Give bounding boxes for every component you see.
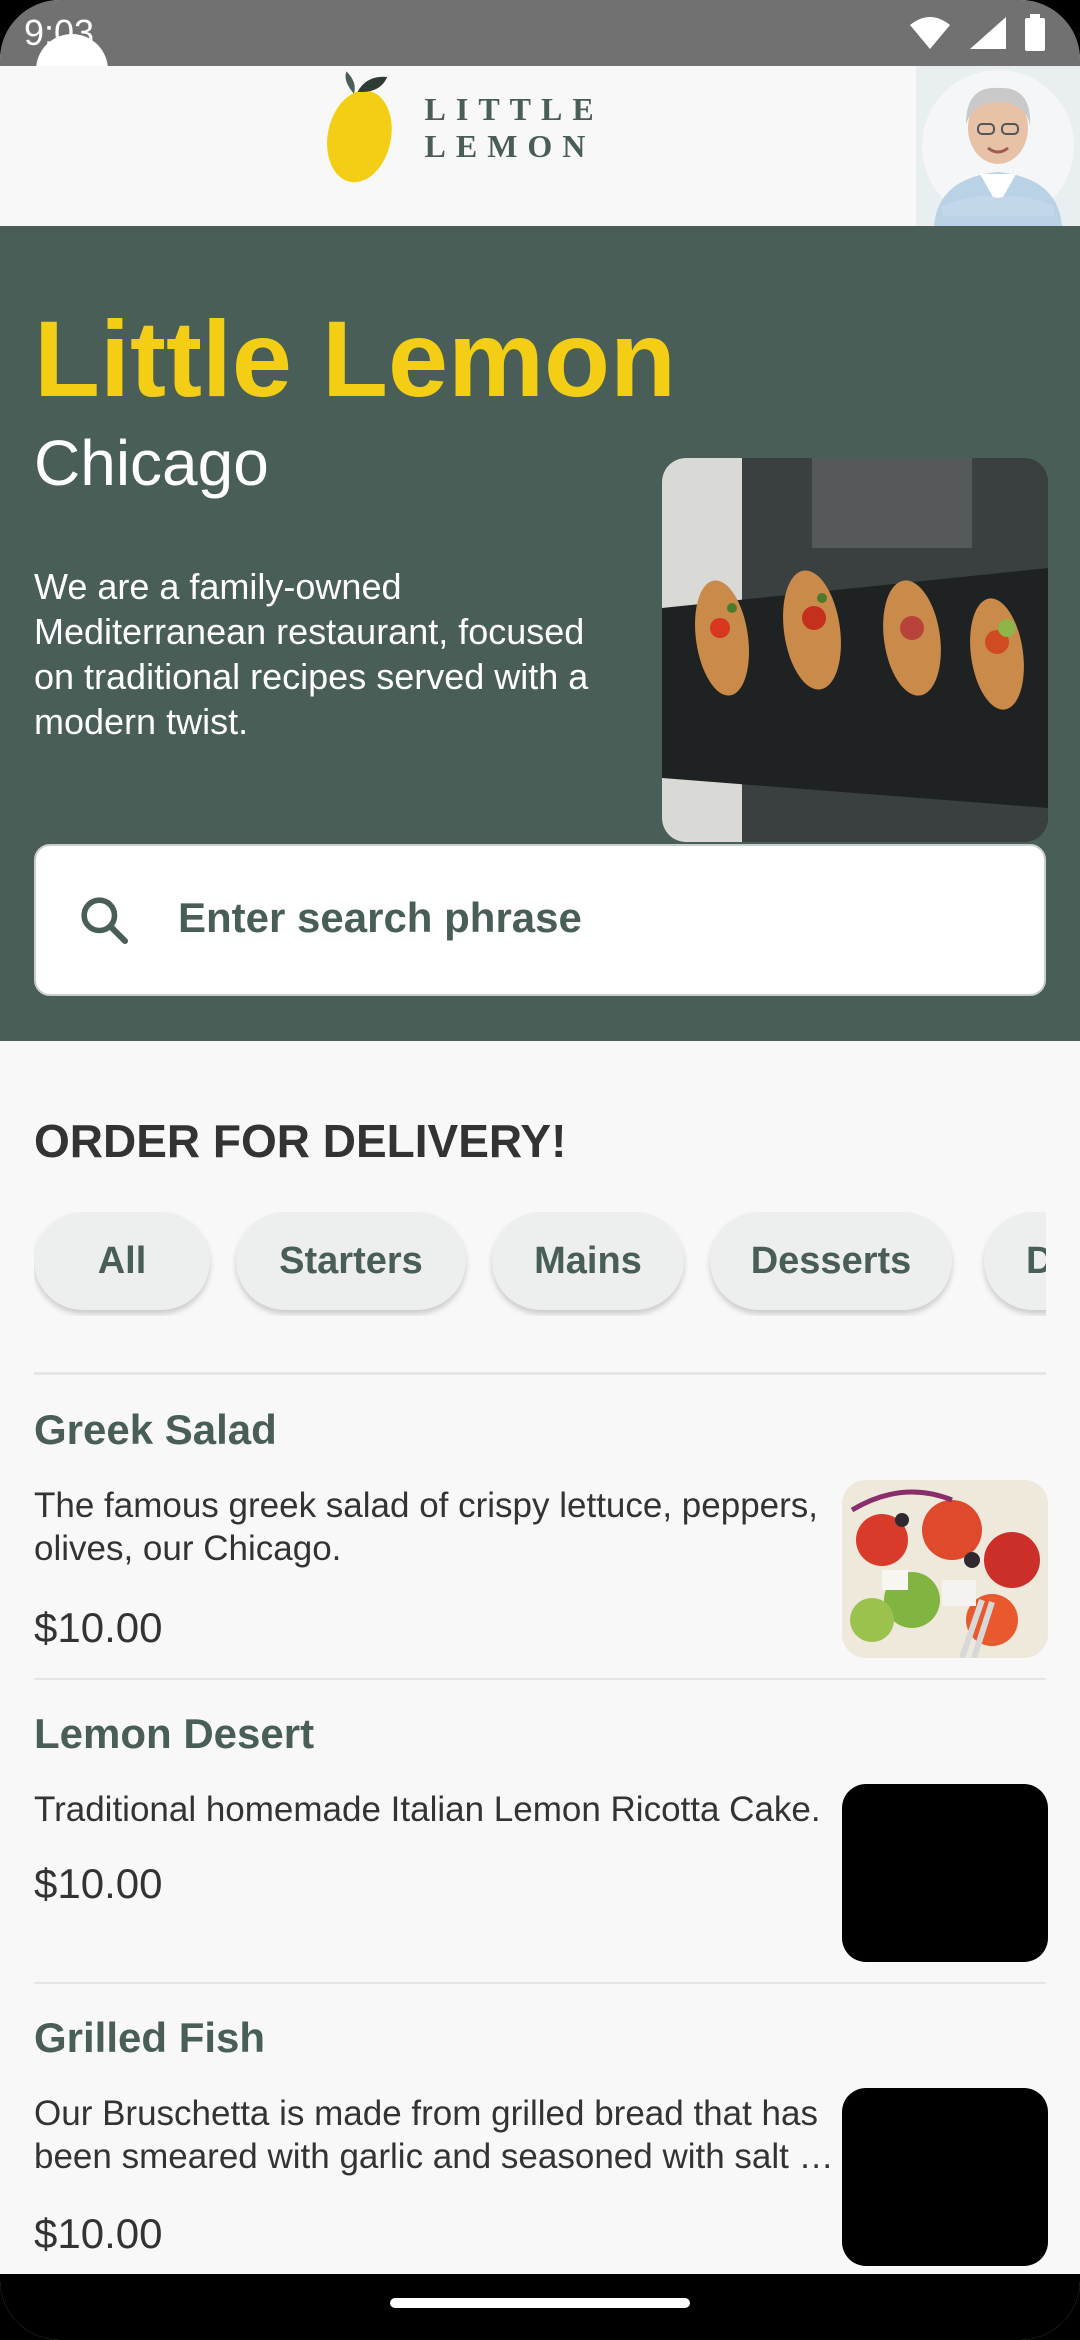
divider [34, 1372, 1046, 1375]
brand-name: LITTLE LEMON [424, 91, 604, 164]
chip-drinks[interactable]: D [984, 1212, 1046, 1310]
item-title: Grilled Fish [34, 2014, 266, 2061]
menu-item-grilled-fish[interactable]: Grilled Fish Our Bruschetta is made from… [0, 2014, 1080, 2274]
item-title: Lemon Desert [34, 1710, 315, 1757]
hero-city: Chicago [34, 427, 269, 499]
item-title: Greek Salad [34, 1406, 277, 1453]
chip-desserts[interactable]: Desserts [710, 1212, 952, 1310]
item-price: $10.00 [34, 2210, 163, 2257]
chip-mains[interactable]: Mains [492, 1212, 684, 1310]
search-placeholder: Enter search phrase [178, 894, 582, 941]
divider [34, 1982, 1046, 1984]
avatar[interactable] [916, 66, 1080, 226]
item-price: $10.00 [34, 1860, 163, 1907]
item-image [842, 1784, 1048, 1962]
hero-title: Little Lemon [34, 298, 676, 419]
lemon-icon [327, 71, 392, 183]
item-description: Our Bruschetta is made from grilled brea… [34, 2094, 834, 2176]
item-image [842, 2088, 1048, 2266]
menu-item-lemon-desert[interactable]: Lemon Desert Traditional homemade Italia… [0, 1710, 1080, 1980]
search-input[interactable]: Enter search phrase [34, 844, 1046, 996]
item-description: The famous greek salad of crispy lettuce… [34, 1486, 819, 1568]
wifi-icon [910, 17, 950, 49]
order-heading: ORDER FOR DELIVERY! [34, 1115, 567, 1167]
battery-icon [1025, 14, 1045, 51]
hero-banner: Little Lemon Chicago We are a family-own… [0, 226, 1080, 1041]
app-bar: LITTLE LEMON [0, 66, 1080, 226]
phone-screen: 9:03 LITTLE LEMON Little Lemon Chicago W… [0, 0, 1080, 2340]
search-icon [81, 897, 129, 945]
status-icons [908, 14, 1046, 52]
profile-photo [916, 66, 1080, 226]
category-chips: All Starters Mains Desserts D [34, 1212, 1046, 1316]
chip-all[interactable]: All [34, 1212, 210, 1310]
item-image [842, 1480, 1048, 1658]
chip-starters[interactable]: Starters [236, 1212, 466, 1310]
home-gesture-handle[interactable] [390, 2298, 690, 2308]
item-price: $10.00 [34, 1604, 163, 1651]
signal-icon [970, 17, 1006, 49]
menu-item-greek-salad[interactable]: Greek Salad The famous greek salad of cr… [0, 1406, 1080, 1676]
item-description: Traditional homemade Italian Lemon Ricot… [34, 1790, 821, 1829]
system-nav-bar [0, 2274, 1080, 2340]
divider [34, 1678, 1046, 1680]
brand-logo: LITTLE LEMON [326, 68, 766, 188]
status-bar: 9:03 [0, 0, 1080, 66]
hero-image [662, 458, 1048, 842]
hero-description: We are a family-owned Mediterranean rest… [34, 566, 589, 742]
